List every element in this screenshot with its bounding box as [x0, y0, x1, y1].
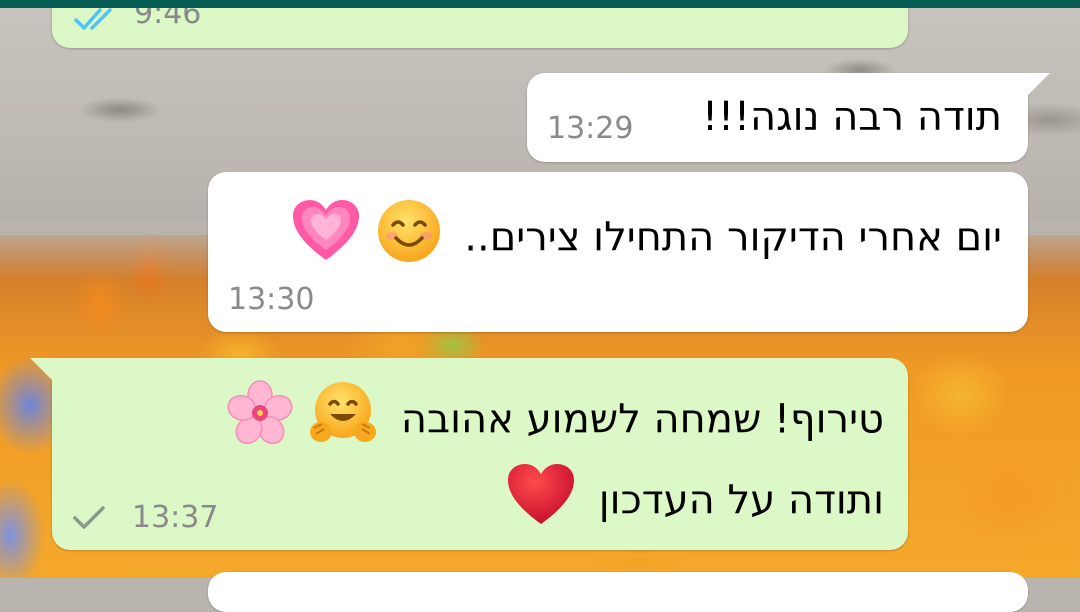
message-bubble-incoming[interactable]: תודה רבה נוגה!!! 13:29	[527, 73, 1050, 162]
bubble-tail	[1024, 73, 1050, 99]
bubble-tail	[30, 358, 56, 384]
hugging-face-icon	[308, 380, 378, 463]
message-time: 13:37	[132, 500, 219, 535]
single-check-icon	[72, 504, 106, 534]
message-text: יום אחרי הדיקור התחילו צירים..	[291, 198, 1002, 281]
double-check-icon	[74, 6, 120, 36]
message-text: תודה רבה נוגה!!!	[701, 94, 1002, 140]
message-time: 13:29	[547, 111, 634, 146]
message-line-1-text: טירוף! שמחה לשמוע אהובה	[400, 396, 884, 443]
message-line-1: טירוף! שמחה לשמוע אהובה	[227, 380, 884, 463]
message-bubble-incoming[interactable]: יום אחרי הדיקור התחילו צירים.. 13:30	[208, 172, 1028, 332]
message-bubble-outgoing[interactable]: טירוף! שמחה לשמוע אהובה ותודה על העדכון …	[30, 358, 908, 550]
red-heart-icon	[506, 462, 576, 543]
cherry-blossom-icon	[227, 380, 294, 463]
app-header-edge	[0, 0, 1080, 8]
message-time: 13:30	[228, 282, 315, 317]
message-line-2-text: ותודה על העדכון	[598, 477, 884, 524]
message-line-2: ותודה על העדכון	[506, 462, 884, 543]
growing-heart-icon	[291, 198, 361, 281]
smiling-face-icon	[376, 198, 442, 281]
message-text-content: יום אחרי הדיקור התחילו צירים..	[464, 214, 1002, 261]
message-bubble-incoming-partial[interactable]	[208, 572, 1028, 612]
